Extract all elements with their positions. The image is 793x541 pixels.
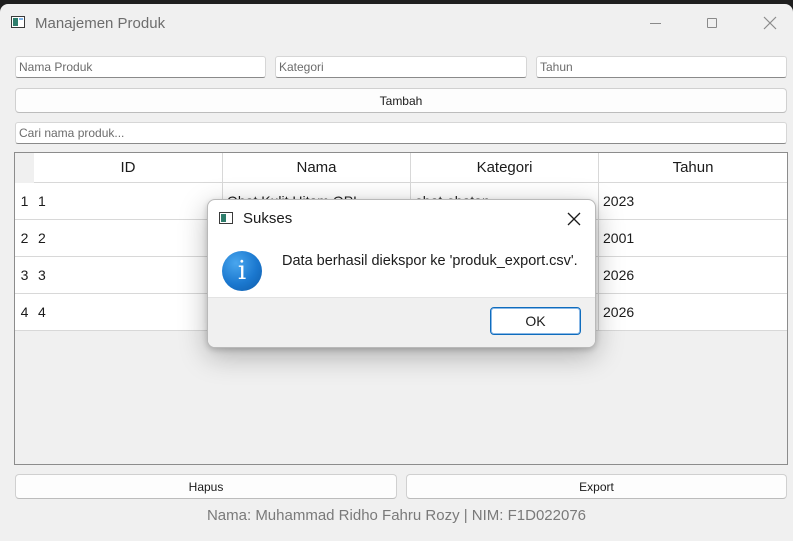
cell-id[interactable]: 2 <box>34 220 223 257</box>
row-number[interactable]: 1 <box>15 183 34 220</box>
column-header-kategori[interactable]: Kategori <box>411 153 599 183</box>
cell-id[interactable]: 1 <box>34 183 223 220</box>
student-info-label: Nama: Muhammad Ridho Fahru Rozy | NIM: F… <box>206 507 587 524</box>
maximize-icon <box>707 18 717 28</box>
row-number[interactable]: 2 <box>15 220 34 257</box>
tahun-input[interactable] <box>536 56 787 78</box>
hapus-button[interactable]: Hapus <box>15 474 397 499</box>
dialog-close-button[interactable] <box>560 205 588 233</box>
info-icon: i <box>222 251 262 291</box>
dialog-window-icon <box>219 212 233 224</box>
dialog-title: Sukses <box>243 210 293 227</box>
minimize-button[interactable] <box>632 4 678 42</box>
row-number[interactable]: 4 <box>15 294 34 331</box>
window-title: Manajemen Produk <box>35 15 166 32</box>
success-dialog: Sukses i Data berhasil diekspor ke 'prod… <box>207 199 596 348</box>
dialog-message: Data berhasil diekspor ke 'produk_export… <box>282 253 578 269</box>
title-bar: Manajemen Produk <box>0 4 793 42</box>
row-header-column: 1 2 3 4 <box>15 153 34 464</box>
column-header-id[interactable]: ID <box>34 153 223 183</box>
app-window-icon <box>11 16 25 28</box>
cell-id[interactable]: 3 <box>34 257 223 294</box>
cell-tahun[interactable]: 2026 <box>599 294 787 331</box>
search-input[interactable] <box>15 122 787 144</box>
minimize-icon <box>649 22 661 24</box>
cell-tahun[interactable]: 2001 <box>599 220 787 257</box>
ok-button[interactable]: OK <box>490 307 581 335</box>
dialog-button-bar: OK <box>208 297 595 347</box>
close-window-button[interactable] <box>747 4 793 42</box>
nama-produk-input[interactable] <box>15 56 266 78</box>
cell-id[interactable]: 4 <box>34 294 223 331</box>
column-header-tahun[interactable]: Tahun <box>599 153 787 183</box>
tambah-button[interactable]: Tambah <box>15 88 787 113</box>
close-icon <box>763 16 777 30</box>
row-number[interactable]: 3 <box>15 257 34 294</box>
column-header-nama[interactable]: Nama <box>223 153 411 183</box>
cell-tahun[interactable]: 2026 <box>599 257 787 294</box>
maximize-button[interactable] <box>689 4 735 42</box>
cell-tahun[interactable]: 2023 <box>599 183 787 220</box>
export-button[interactable]: Export <box>406 474 787 499</box>
close-icon <box>567 212 581 226</box>
kategori-input[interactable] <box>275 56 527 78</box>
